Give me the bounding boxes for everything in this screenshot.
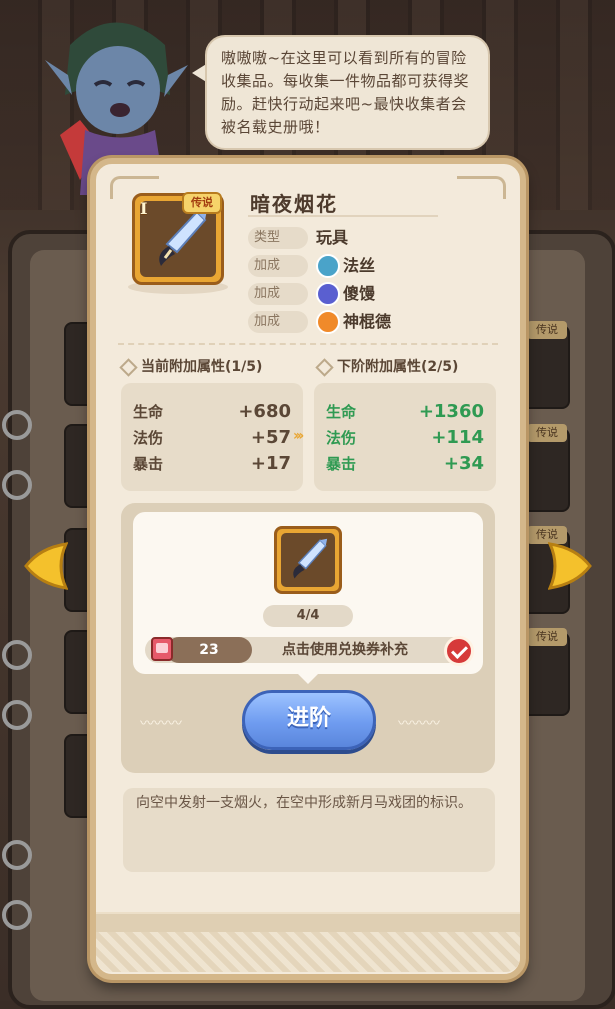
bonus-row: 加成 法丝 — [248, 254, 436, 279]
swirl-ornament-icon: 〰〰〰 — [140, 716, 182, 732]
stat-row: 生命 +1360 — [326, 401, 484, 423]
stat-row: 暴击 +34 — [326, 453, 484, 475]
diamond-icon — [315, 357, 334, 377]
rarity-badge: 传说 — [527, 628, 567, 646]
firework-icon — [293, 538, 328, 579]
type-label: 类型 — [248, 227, 308, 249]
hero-avatar-icon[interactable] — [316, 310, 340, 334]
footer-strip — [96, 914, 520, 932]
footer-pattern — [96, 932, 520, 972]
material-progress: 4/4 — [263, 605, 353, 627]
bonus-row: 加成 神棍德 — [248, 310, 436, 335]
decorative-footer — [96, 880, 520, 972]
stat-name: 生命 — [133, 403, 164, 421]
stat-row: 生命 +680 — [133, 401, 291, 423]
stat-value: +114 — [431, 427, 484, 448]
stat-name: 生命 — [326, 403, 357, 421]
stat-value: +34 — [443, 453, 484, 474]
item-type-row: 类型 玩具 — [248, 227, 436, 251]
current-attrs-title-text: 当前附加属性(1/5) — [141, 359, 263, 375]
stat-value: +1360 — [418, 401, 484, 422]
rarity-badge: 传说 — [182, 192, 222, 214]
firework-icon — [159, 210, 207, 266]
hero-avatar-icon[interactable] — [316, 282, 340, 306]
chevron-right-icon: ››› — [293, 428, 304, 444]
bonus-row: 加成 傻馒 — [248, 282, 436, 307]
material-icon-frame[interactable] — [274, 526, 342, 594]
bonus-hero-name: 法丝 — [343, 256, 376, 275]
stat-value: +17 — [250, 453, 291, 474]
binder-ring — [2, 470, 32, 500]
voucher-scroll-icon — [151, 637, 173, 661]
stat-name: 法伤 — [326, 429, 357, 447]
diamond-icon — [119, 357, 138, 377]
next-attrs-title-text: 下阶附加属性(2/5) — [337, 359, 459, 375]
card-pointer — [298, 674, 318, 684]
checkmark-icon[interactable] — [444, 636, 474, 666]
stat-row: 暴击 +17 — [133, 453, 291, 475]
speech-bubble: 嗷嗷嗷~在这里可以看到所有的冒险收集品。每收集一件物品都可获得奖励。赶快行动起来… — [205, 35, 490, 150]
bonus-hero-name: 神棍德 — [343, 312, 392, 331]
binder-ring — [2, 900, 32, 930]
next-attrs-title: 下阶附加属性(2/5) — [315, 356, 459, 377]
item-tier: I — [140, 199, 148, 218]
bonus-label: 加成 — [248, 283, 308, 305]
item-description: 向空中发射一支烟火，在空中形成新月马戏团的标识。 — [136, 795, 472, 811]
stat-name: 暴击 — [133, 455, 164, 473]
binder-ring — [2, 700, 32, 730]
panel-corner-ornament — [457, 176, 506, 199]
voucher-count: 23 — [166, 637, 252, 663]
divider — [248, 215, 438, 217]
binder-ring — [2, 410, 32, 440]
stat-name: 法伤 — [133, 429, 164, 447]
previous-arrow-icon[interactable] — [22, 540, 68, 592]
current-attrs-title: 当前附加属性(1/5) — [119, 356, 263, 377]
bonus-label: 加成 — [248, 311, 308, 333]
next-arrow-icon[interactable] — [548, 540, 594, 592]
divider — [118, 343, 498, 345]
bonus-hero-name: 傻馒 — [343, 284, 376, 303]
advance-button[interactable]: 进阶 — [242, 690, 376, 750]
stat-value: +680 — [238, 401, 291, 422]
voucher-hint: 点击使用兑换券补充 — [282, 642, 408, 658]
rarity-badge: 传说 — [527, 424, 567, 442]
type-value: 玩具 — [316, 228, 349, 247]
binder-ring — [2, 640, 32, 670]
stat-row: 法伤 +57 — [133, 427, 291, 449]
bonus-label: 加成 — [248, 255, 308, 277]
item-name: 暗夜烟花 — [250, 192, 338, 216]
current-attrs-box: 生命 +680 法伤 +57 暴击 +17 — [121, 383, 303, 491]
stat-name: 暴击 — [326, 455, 357, 473]
hero-avatar-icon[interactable] — [316, 254, 340, 278]
swirl-ornament-icon: 〰〰〰 — [398, 716, 440, 732]
stat-value: +57 — [250, 427, 291, 448]
next-attrs-box: 生命 +1360 法伤 +114 暴击 +34 — [314, 383, 496, 491]
rarity-badge: 传说 — [527, 321, 567, 339]
stat-row: 法伤 +114 — [326, 427, 484, 449]
binder-ring — [2, 840, 32, 870]
